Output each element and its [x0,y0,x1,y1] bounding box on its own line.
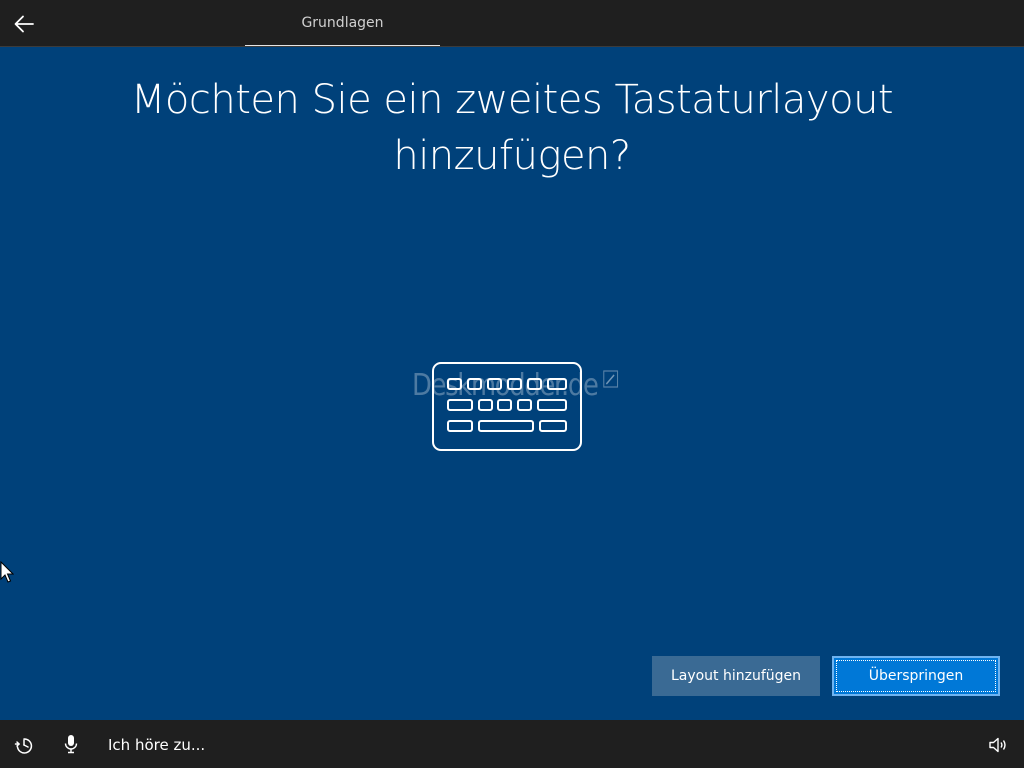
top-divider [0,46,1024,47]
skip-button[interactable]: Überspringen [832,656,1000,696]
watermark-text: Deskmodder.de [412,368,599,403]
page-title-line-2: hinzufügen? [393,133,631,179]
oobe-screen: Grundlagen Möchten Sie ein zweites Tasta… [0,0,1024,768]
page-title-line-1: Möchten Sie ein zweites Tastaturlayout [130,77,894,123]
page-title: Möchten Sie ein zweites Tastaturlayout h… [112,72,912,184]
back-arrow-icon [14,15,34,33]
microphone-icon[interactable] [62,734,80,754]
tab-grundlagen[interactable]: Grundlagen [245,0,440,46]
watermark: Deskmodder.de [412,368,618,403]
back-button[interactable] [8,8,40,40]
mouse-cursor-icon [0,561,14,583]
pen-icon [603,369,618,388]
listening-status: Ich höre zu... [108,736,206,754]
ease-of-access-icon[interactable] [14,736,34,754]
add-layout-button[interactable]: Layout hinzufügen [652,656,820,696]
top-bar: Grundlagen [0,0,1024,47]
volume-icon[interactable] [988,736,1008,754]
